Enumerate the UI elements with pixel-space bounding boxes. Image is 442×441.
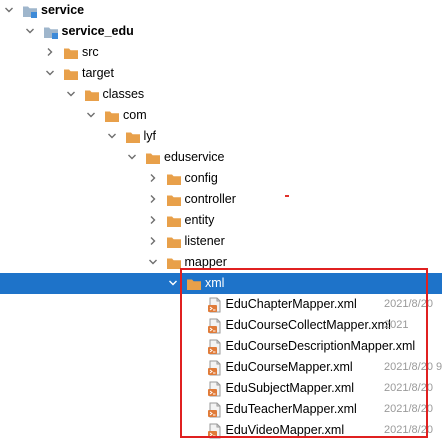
tree-row-educhaptermapper-xml[interactable]: EduChapterMapper.xml 2021/8/20: [0, 294, 442, 315]
file-date: 2021/8/20 9: [384, 361, 442, 373]
tree-item-label: service: [41, 3, 85, 17]
xml-file-icon: [207, 297, 223, 313]
file-date: 2021/8/20: [384, 382, 433, 394]
tree-item-label: lyf: [143, 129, 157, 143]
tree-row-eduservice[interactable]: eduservice: [0, 147, 442, 168]
chevron-right-icon[interactable]: [148, 194, 158, 204]
tree-row-controller[interactable]: controller: [0, 189, 442, 210]
tree-item-label: com: [123, 108, 147, 122]
module-folder-icon: [43, 24, 59, 40]
tree-row-mapper[interactable]: mapper: [0, 252, 442, 273]
tree-row-target[interactable]: target: [0, 63, 442, 84]
chevron-right-icon[interactable]: [148, 173, 158, 183]
tree-item-label: entity: [184, 213, 215, 227]
chevron-right-icon[interactable]: [148, 236, 158, 246]
tree-item-label: EduTeacherMapper.xml: [225, 402, 357, 416]
tree-item-label: service_edu: [61, 24, 134, 38]
chevron-down-icon[interactable]: [148, 257, 158, 267]
tree-row-xml[interactable]: xml: [0, 273, 442, 294]
tree-row-educoursemapper-xml[interactable]: EduCourseMapper.xml 2021/8/20 9: [0, 357, 442, 378]
tree-row-service[interactable]: service: [0, 0, 442, 21]
tree-row-classes[interactable]: classes: [0, 84, 442, 105]
xml-file-icon: [207, 339, 223, 355]
folder-icon: [166, 192, 182, 208]
change-marker: [285, 195, 289, 197]
folder-icon: [166, 234, 182, 250]
module-folder-icon: [22, 3, 38, 19]
tree-item-label: src: [82, 45, 99, 59]
tree-row-listener[interactable]: listener: [0, 231, 442, 252]
chevron-down-icon[interactable]: [4, 5, 14, 15]
tree-row-eduteachermapper-xml[interactable]: EduTeacherMapper.xml 2021/8/20: [0, 399, 442, 420]
folder-icon: [186, 276, 202, 292]
tree-row-com[interactable]: com: [0, 105, 442, 126]
folder-icon: [166, 255, 182, 271]
tree-row-src[interactable]: src: [0, 42, 442, 63]
file-date: 2021/8/20: [384, 424, 433, 436]
tree-item-label: controller: [184, 192, 236, 206]
tree-item-label: config: [184, 171, 218, 185]
folder-icon: [166, 171, 182, 187]
tree-row-eduvideomapper-xml[interactable]: EduVideoMapper.xml 2021/8/20: [0, 420, 442, 441]
chevron-down-icon[interactable]: [168, 278, 178, 288]
tree-item-label: EduChapterMapper.xml: [225, 297, 357, 311]
xml-file-icon: [207, 423, 223, 439]
folder-icon: [166, 213, 182, 229]
tree-item-label: EduVideoMapper.xml: [225, 423, 345, 437]
folder-icon: [145, 150, 161, 166]
tree-item-label: EduCourseCollectMapper.xml: [225, 318, 391, 332]
chevron-down-icon[interactable]: [66, 89, 76, 99]
tree-row-edusubjectmapper-xml[interactable]: EduSubjectMapper.xml 2021/8/20: [0, 378, 442, 399]
chevron-down-icon[interactable]: [107, 131, 117, 141]
chevron-down-icon[interactable]: [25, 26, 35, 36]
tree-item-label: classes: [102, 87, 145, 101]
tree-item-label: EduCourseDescriptionMapper.xml: [225, 339, 416, 353]
chevron-down-icon[interactable]: [45, 68, 55, 78]
xml-file-icon: [207, 318, 223, 334]
tree-row-educoursedescriptionmapper-xml[interactable]: EduCourseDescriptionMapper.xml: [0, 336, 442, 357]
folder-icon: [63, 66, 79, 82]
tree-row-service-edu[interactable]: service_edu: [0, 21, 442, 42]
tree-item-label: xml: [205, 276, 225, 290]
folder-icon: [104, 108, 120, 124]
tree-item-label: EduSubjectMapper.xml: [225, 381, 355, 395]
file-date: 2021/8/20: [384, 403, 433, 415]
xml-file-icon: [207, 360, 223, 376]
tree-row-educoursecollectmapper-xml[interactable]: EduCourseCollectMapper.xml 2021: [0, 315, 442, 336]
chevron-down-icon[interactable]: [127, 152, 137, 162]
tree-row-config[interactable]: config: [0, 168, 442, 189]
chevron-right-icon[interactable]: [45, 47, 55, 57]
folder-icon: [84, 87, 100, 103]
tree-item-label: eduservice: [164, 150, 225, 164]
xml-file-icon: [207, 402, 223, 418]
tree-row-lyf[interactable]: lyf: [0, 126, 442, 147]
folder-icon: [63, 45, 79, 61]
tree-item-label: mapper: [184, 255, 227, 269]
chevron-right-icon[interactable]: [148, 215, 158, 225]
file-date: 2021/8/20: [384, 298, 433, 310]
xml-file-icon: [207, 381, 223, 397]
tree-item-label: target: [82, 66, 114, 80]
file-date: 2021: [384, 319, 409, 331]
folder-icon: [125, 129, 141, 145]
tree-item-label: listener: [184, 234, 225, 248]
tree-item-label: EduCourseMapper.xml: [225, 360, 353, 374]
tree-row-entity[interactable]: entity: [0, 210, 442, 231]
chevron-down-icon[interactable]: [86, 110, 96, 120]
project-tree: service service_edusrc target classes com lyf…: [0, 0, 442, 440]
